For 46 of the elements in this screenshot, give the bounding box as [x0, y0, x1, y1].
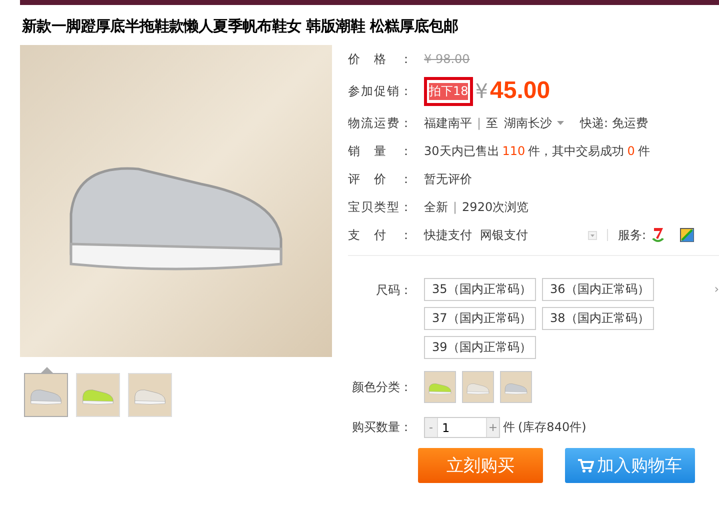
separator: | [477, 116, 482, 130]
field-label: 支付： [348, 226, 412, 244]
payment-method: 快捷支付 [424, 226, 472, 244]
destination-selector[interactable]: 湖南长沙 [504, 114, 552, 132]
size-option[interactable]: 35（国内正常码） [424, 278, 536, 301]
size-option[interactable]: 37（国内正常码） [424, 307, 536, 330]
original-price: ¥ 98.00 [424, 52, 470, 66]
shipping-to: 至 [486, 114, 498, 132]
shipping-method: 快递: 免运费 [580, 114, 648, 132]
size-option[interactable]: 36（国内正常码） [542, 278, 654, 301]
field-label: 宝贝类型： [348, 198, 412, 216]
color-option[interactable] [424, 371, 456, 403]
quantity-field[interactable]: 1 [437, 418, 487, 437]
field-label: 评价： [348, 170, 412, 188]
cart-icon [578, 458, 594, 472]
sales-text: 30天内已售出 [424, 142, 500, 160]
field-label: 物流运费： [348, 114, 412, 132]
promotion-price: 45.00 [490, 77, 550, 105]
quantity-unit: 件 [503, 419, 515, 436]
field-label: 销量： [348, 142, 412, 160]
field-label: 购买数量： [351, 419, 412, 436]
sales-text: 件，其中交易成功 [528, 142, 624, 160]
currency-sign: ¥ [475, 79, 488, 103]
item-condition: 全新 [424, 198, 448, 216]
color-option[interactable] [462, 371, 494, 403]
size-option[interactable]: 38（国内正常码） [542, 307, 654, 330]
service-label: 服务: [618, 226, 646, 244]
promotion-tag: 拍下18 [424, 76, 474, 106]
shipping-origin: 福建南平 [424, 114, 472, 132]
sales-text: 件 [638, 142, 650, 160]
payment-method: 网银支付 [480, 226, 528, 244]
view-count: 2920次浏览 [462, 198, 529, 216]
field-label: 价格： [348, 50, 412, 68]
dropdown-arrow-icon[interactable] [557, 121, 564, 125]
color-option[interactable] [500, 371, 532, 403]
rating-text: 暂无评价 [424, 170, 472, 188]
field-label: 参加促销： [348, 82, 412, 100]
field-label: 颜色分类： [351, 378, 412, 396]
stock-text: (库存840件) [518, 419, 586, 436]
separator: | [453, 200, 458, 214]
quantity-stepper[interactable]: - 1 + [424, 417, 500, 438]
product-title: 新款一脚蹬厚底半拖鞋款懒人夏季帆布鞋女 韩版潮鞋 松糕厚底包邮 [22, 17, 460, 36]
sales-count: 0 [627, 144, 635, 158]
size-option[interactable]: 39（国内正常码） [424, 336, 536, 359]
sales-count: 110 [502, 144, 526, 158]
field-label: 尺码： [375, 282, 412, 299]
